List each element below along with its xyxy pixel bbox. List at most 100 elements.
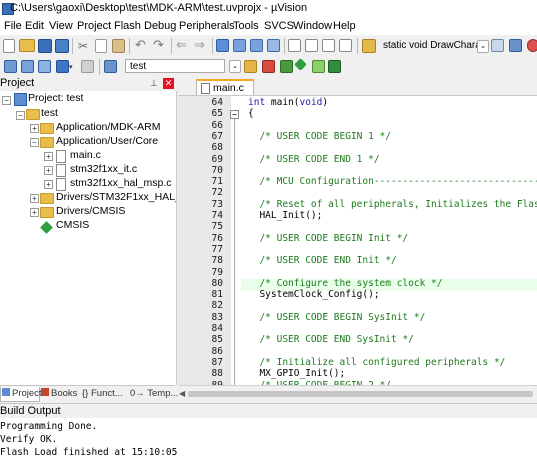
build-icon[interactable] bbox=[21, 60, 34, 73]
toolbar-separator bbox=[129, 38, 130, 54]
menu-window[interactable]: Window bbox=[293, 20, 332, 32]
project-panel-tabs: Project Books {} Funct... 0→ Temp... bbox=[0, 385, 178, 403]
line-number: 69 bbox=[211, 153, 223, 165]
collapse-icon[interactable]: − bbox=[2, 96, 11, 105]
navigate-back-icon[interactable]: ⇐ bbox=[176, 38, 190, 52]
tab-books[interactable]: Books bbox=[40, 387, 78, 401]
select-packs-icon[interactable] bbox=[280, 60, 293, 73]
rte-icon[interactable] bbox=[328, 60, 341, 73]
cut-icon[interactable]: ✂ bbox=[78, 39, 92, 53]
project-tab-icon bbox=[2, 388, 10, 396]
pin-icon[interactable]: ⊥ bbox=[150, 79, 158, 88]
download-icon[interactable] bbox=[56, 60, 69, 73]
menu-svcs[interactable]: SVCS bbox=[264, 20, 294, 32]
tab-books-label: Books bbox=[51, 388, 78, 399]
menu-flash[interactable]: Flash bbox=[114, 20, 141, 32]
incremental-find-icon[interactable] bbox=[491, 39, 504, 52]
editor-horizontal-scrollbar[interactable]: ◀ bbox=[178, 385, 537, 403]
chevron-down-icon[interactable]: ⌄ bbox=[477, 40, 489, 53]
redo-icon[interactable]: ↷ bbox=[153, 38, 167, 52]
tree-group[interactable]: Application/User/Core bbox=[56, 135, 158, 149]
expand-icon[interactable]: + bbox=[30, 124, 39, 133]
menu-project[interactable]: Project bbox=[77, 20, 111, 32]
tab-functions-label: {} Funct... bbox=[82, 388, 123, 399]
unindent-icon[interactable] bbox=[305, 39, 318, 52]
tree-file[interactable]: main.c bbox=[70, 149, 101, 163]
paste-icon[interactable] bbox=[112, 39, 125, 53]
clear-bookmarks-icon[interactable] bbox=[267, 39, 280, 52]
bookmark-icon[interactable] bbox=[216, 39, 229, 52]
tab-project[interactable]: Project bbox=[0, 387, 42, 402]
chevron-down-icon[interactable]: ▾ bbox=[69, 64, 75, 71]
manage-project-items-icon[interactable] bbox=[262, 60, 275, 73]
menu-help[interactable]: Help bbox=[333, 20, 356, 32]
start-debug-icon[interactable] bbox=[527, 39, 537, 52]
tree-group[interactable]: Drivers/CMSIS bbox=[56, 205, 125, 219]
function-combo[interactable]: static void DrawCharator bbox=[379, 39, 479, 53]
expand-icon[interactable]: + bbox=[44, 180, 53, 189]
line-number: 88 bbox=[211, 368, 223, 380]
collapse-icon[interactable]: − bbox=[30, 138, 39, 147]
menu-peripherals[interactable]: Peripherals bbox=[179, 20, 235, 32]
tree-group[interactable]: Application/MDK-ARM bbox=[56, 121, 160, 135]
folder-icon bbox=[40, 207, 54, 218]
code-line: MX_GPIO_Init(); bbox=[248, 368, 346, 380]
expand-icon[interactable]: + bbox=[30, 194, 39, 203]
tab-main-c-label: main.c bbox=[213, 82, 244, 94]
copy-icon[interactable] bbox=[95, 39, 107, 53]
tree-component[interactable]: CMSIS bbox=[56, 219, 89, 233]
expand-icon[interactable]: + bbox=[44, 166, 53, 175]
uncomment-icon[interactable] bbox=[339, 39, 352, 52]
open-folder-icon[interactable] bbox=[19, 39, 35, 52]
standard-toolbar: ✂ ↶ ↷ ⇐ ⇒ static void DrawCharator ⌄ bbox=[0, 35, 537, 57]
line-number: 80 bbox=[211, 277, 223, 289]
line-number: 68 bbox=[211, 142, 223, 154]
menu-tools[interactable]: Tools bbox=[233, 20, 259, 32]
prev-bookmark-icon[interactable] bbox=[233, 39, 246, 52]
line-number: 77 bbox=[211, 243, 223, 255]
line-number: 85 bbox=[211, 334, 223, 346]
scrollbar-thumb[interactable] bbox=[188, 391, 533, 397]
rebuild-icon[interactable] bbox=[38, 60, 51, 73]
debug-settings-icon[interactable] bbox=[509, 39, 522, 52]
tab-functions[interactable]: {} Funct... bbox=[82, 387, 128, 401]
menu-edit[interactable]: Edit bbox=[25, 20, 44, 32]
indent-icon[interactable] bbox=[288, 39, 301, 52]
tab-templates[interactable]: 0→ Temp... bbox=[130, 387, 178, 401]
menu-debug[interactable]: Debug bbox=[144, 20, 176, 32]
code-editor[interactable]: − 64 int main(void) 65 {66 67 /* USER CODE B… bbox=[178, 95, 537, 386]
new-file-icon[interactable] bbox=[3, 39, 15, 53]
fold-toggle-icon[interactable]: − bbox=[230, 110, 239, 119]
close-icon[interactable]: ✕ bbox=[163, 78, 174, 89]
menu-view[interactable]: View bbox=[49, 20, 73, 32]
manage-rte-icon[interactable] bbox=[294, 58, 307, 71]
target-options-icon[interactable] bbox=[244, 60, 257, 73]
scroll-left-icon[interactable]: ◀ bbox=[179, 389, 185, 398]
build-output-title: Build Output bbox=[0, 405, 61, 417]
tree-file[interactable]: stm32f1xx_hal_msp.c bbox=[70, 177, 172, 191]
expand-icon[interactable]: + bbox=[44, 152, 53, 161]
tree-file[interactable]: stm32f1xx_it.c bbox=[70, 163, 137, 177]
expand-icon[interactable]: + bbox=[30, 208, 39, 217]
menu-file[interactable]: File bbox=[4, 20, 22, 32]
tree-target[interactable]: test bbox=[41, 107, 58, 121]
target-combo[interactable]: test bbox=[125, 59, 225, 73]
translate-icon[interactable] bbox=[4, 60, 17, 73]
undo-icon[interactable]: ↶ bbox=[135, 38, 149, 52]
save-all-icon[interactable] bbox=[55, 39, 69, 53]
build-output-pane[interactable]: Programming Done. Verify OK. Flash Load … bbox=[0, 418, 537, 470]
tree-group[interactable]: Drivers/STM32F1xx_HAL_Driver bbox=[56, 191, 176, 205]
build-output-line: Verify OK. bbox=[0, 434, 58, 445]
find-in-files-icon[interactable] bbox=[362, 39, 376, 53]
save-icon[interactable] bbox=[38, 39, 52, 53]
toolbar-separator bbox=[212, 38, 213, 54]
tab-main-c[interactable]: main.c bbox=[196, 79, 254, 95]
comment-icon[interactable] bbox=[322, 39, 335, 52]
tree-root-project[interactable]: Project: test bbox=[28, 92, 83, 106]
navigate-forward-icon[interactable]: ⇒ bbox=[194, 38, 208, 52]
pack-installer-icon[interactable] bbox=[312, 60, 325, 73]
load-icon[interactable] bbox=[104, 60, 117, 73]
collapse-icon[interactable]: − bbox=[16, 111, 25, 120]
chevron-down-icon[interactable]: ⌄ bbox=[229, 60, 241, 73]
next-bookmark-icon[interactable] bbox=[250, 39, 263, 52]
